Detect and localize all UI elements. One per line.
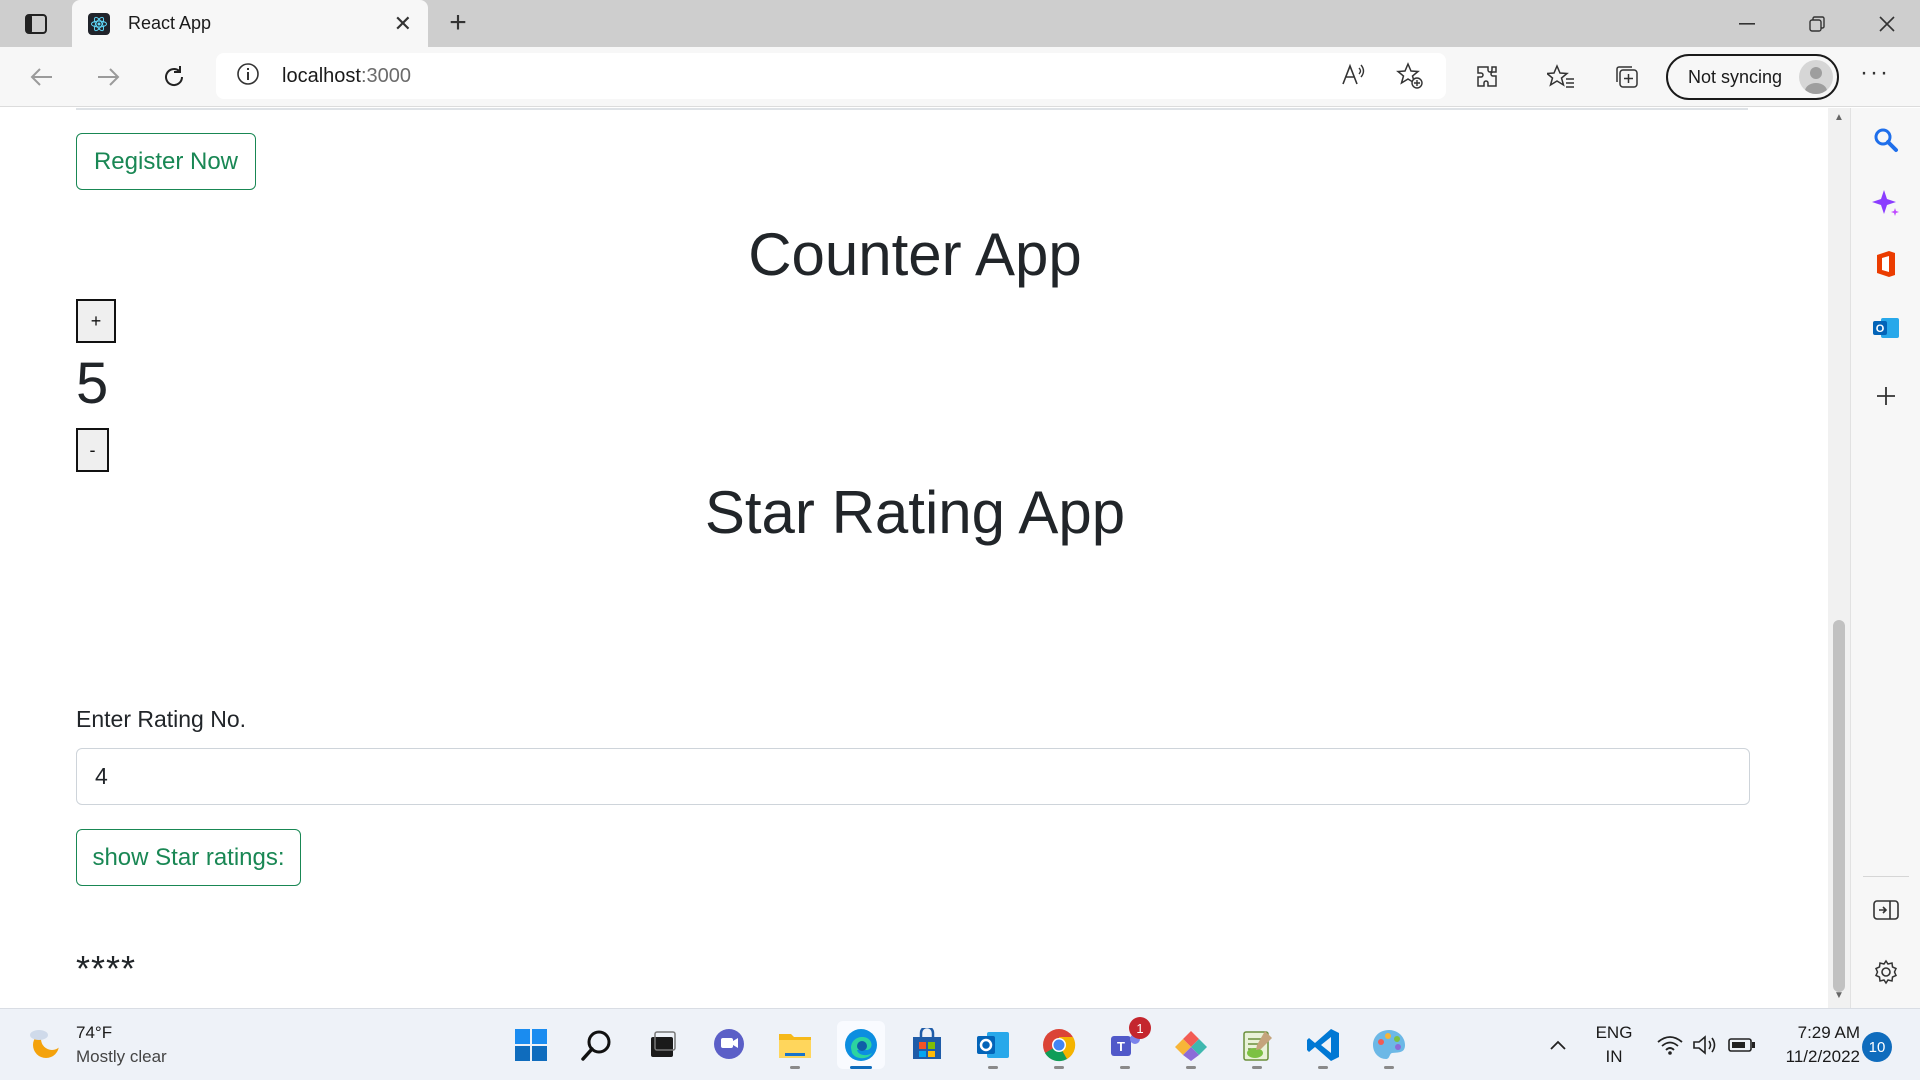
profile-avatar-icon bbox=[1799, 60, 1833, 94]
teams-chat-icon[interactable] bbox=[705, 1021, 753, 1069]
minimize-icon[interactable] bbox=[1712, 0, 1782, 47]
new-tab-button[interactable]: + bbox=[440, 6, 476, 42]
svg-text:T: T bbox=[1117, 1039, 1125, 1054]
scroll-down-icon[interactable]: ▼ bbox=[1834, 990, 1844, 1001]
page-scrollbar[interactable]: ▲ ▼ bbox=[1828, 108, 1850, 1008]
edge-taskbar-icon[interactable] bbox=[837, 1021, 885, 1069]
rating-input-value: 4 bbox=[95, 763, 108, 789]
rating-input[interactable]: 4 bbox=[76, 748, 1750, 805]
sidebar-add-icon[interactable] bbox=[1870, 380, 1902, 412]
battery-icon[interactable] bbox=[1722, 1027, 1762, 1063]
teams-notification-badge: 1 bbox=[1129, 1017, 1151, 1039]
tab-bar: React App ✕ + bbox=[0, 0, 1920, 47]
chrome-icon[interactable] bbox=[1035, 1021, 1083, 1069]
sidebar-discover-icon[interactable] bbox=[1870, 186, 1902, 218]
show-star-ratings-button[interactable]: show Star ratings: bbox=[76, 829, 301, 886]
address-host: localhost bbox=[282, 64, 361, 87]
forward-arrow-icon[interactable] bbox=[88, 57, 128, 97]
collections-icon[interactable] bbox=[1610, 60, 1644, 94]
notepad-running-indicator bbox=[1252, 1066, 1262, 1069]
system-clock[interactable]: 7:29 AM 11/2/2022 bbox=[1768, 1021, 1860, 1069]
weather-description: Mostly clear bbox=[76, 1047, 167, 1066]
sidebar-settings-icon[interactable] bbox=[1870, 956, 1902, 988]
rating-input-label: Enter Rating No. bbox=[76, 706, 247, 732]
outlook-running-indicator bbox=[988, 1066, 998, 1069]
task-view-icon[interactable] bbox=[639, 1021, 687, 1069]
counter-app-title: Counter App bbox=[748, 221, 1082, 288]
site-info-icon[interactable] bbox=[236, 62, 260, 91]
decrement-button[interactable]: - bbox=[76, 428, 109, 472]
show-hidden-icons-chevron-icon[interactable] bbox=[1538, 1027, 1578, 1063]
weather-widget[interactable]: 74°F Mostly clear bbox=[26, 1021, 167, 1069]
clock-date: 11/2/2022 bbox=[1785, 1047, 1860, 1066]
tab-title: React App bbox=[128, 13, 212, 33]
volume-icon[interactable] bbox=[1686, 1027, 1726, 1063]
language-code: ENG bbox=[1595, 1023, 1633, 1042]
address-bar[interactable]: localhost :3000 bbox=[216, 53, 1446, 99]
sidebar-outlook-icon[interactable]: O bbox=[1870, 312, 1902, 344]
profile-sync-button[interactable]: Not syncing bbox=[1666, 54, 1839, 100]
app-shapes-running-indicator bbox=[1186, 1066, 1196, 1069]
vscode-running-indicator bbox=[1318, 1066, 1328, 1069]
weather-temperature: 74°F bbox=[76, 1023, 113, 1042]
page-content: Register Now Counter App + 5 - Star Rati… bbox=[0, 108, 1830, 1008]
svg-text:O: O bbox=[1876, 323, 1885, 335]
react-favicon-icon bbox=[88, 12, 110, 35]
outlook-taskbar-icon[interactable] bbox=[969, 1021, 1017, 1069]
sidebar-search-icon[interactable] bbox=[1870, 124, 1902, 156]
browser-toolbar: localhost :3000 Not syncing ··· bbox=[0, 47, 1920, 107]
tab-actions-icon[interactable] bbox=[14, 10, 58, 38]
page-divider bbox=[76, 108, 1748, 110]
microsoft-store-icon[interactable] bbox=[903, 1021, 951, 1069]
window-close-icon[interactable] bbox=[1852, 0, 1920, 47]
windows-taskbar: 74°F Mostly clear T 1 ENG IN 7:29 AM 11/… bbox=[0, 1008, 1920, 1080]
paint-running-indicator bbox=[1384, 1066, 1394, 1069]
sidebar-hide-icon[interactable] bbox=[1870, 894, 1902, 926]
taskbar-search-icon[interactable] bbox=[573, 1021, 621, 1069]
region-code: IN bbox=[1605, 1047, 1623, 1066]
increment-button[interactable]: + bbox=[76, 299, 116, 343]
back-arrow-icon[interactable] bbox=[22, 57, 62, 97]
add-favorite-icon[interactable] bbox=[1396, 62, 1424, 95]
refresh-icon[interactable] bbox=[154, 57, 194, 97]
file-explorer-icon[interactable] bbox=[771, 1021, 819, 1069]
notification-center-badge[interactable]: 10 bbox=[1862, 1032, 1892, 1062]
extensions-icon[interactable] bbox=[1470, 60, 1504, 94]
star-rating-output: **** bbox=[76, 948, 137, 989]
teams-running-indicator bbox=[1120, 1066, 1130, 1069]
notepad-plus-icon[interactable] bbox=[1233, 1021, 1281, 1069]
register-now-button[interactable]: Register Now bbox=[76, 133, 256, 190]
teams-icon[interactable]: T 1 bbox=[1101, 1017, 1151, 1069]
scroll-up-icon[interactable]: ▲ bbox=[1834, 112, 1844, 123]
restore-icon[interactable] bbox=[1782, 0, 1852, 47]
sync-label: Not syncing bbox=[1688, 66, 1783, 87]
sidebar-office-icon[interactable] bbox=[1870, 248, 1902, 280]
edge-active-indicator bbox=[850, 1066, 872, 1069]
more-options-icon[interactable]: ··· bbox=[1860, 59, 1890, 87]
tab-close-icon[interactable]: ✕ bbox=[394, 11, 412, 37]
start-button[interactable] bbox=[507, 1021, 555, 1069]
read-aloud-icon[interactable] bbox=[1340, 62, 1366, 95]
chrome-running-indicator bbox=[1054, 1066, 1064, 1069]
address-port: :3000 bbox=[360, 64, 411, 87]
vscode-icon[interactable] bbox=[1299, 1021, 1347, 1069]
input-language[interactable]: ENG IN bbox=[1592, 1021, 1636, 1069]
edge-sidebar: O bbox=[1850, 108, 1920, 1008]
star-rating-app-title: Star Rating App bbox=[704, 479, 1126, 546]
app-shapes-icon[interactable] bbox=[1167, 1021, 1215, 1069]
favorites-icon[interactable] bbox=[1544, 60, 1578, 94]
file-explorer-running-indicator bbox=[790, 1066, 800, 1069]
moon-cloud-icon bbox=[26, 1025, 63, 1066]
counter-value: 5 bbox=[76, 351, 109, 416]
wifi-icon[interactable] bbox=[1650, 1027, 1690, 1063]
paint-icon[interactable] bbox=[1365, 1021, 1413, 1069]
sidebar-divider bbox=[1863, 876, 1909, 877]
browser-tab[interactable]: React App ✕ bbox=[72, 0, 428, 47]
clock-time: 7:29 AM bbox=[1797, 1023, 1860, 1042]
scrollbar-thumb[interactable] bbox=[1833, 620, 1845, 992]
